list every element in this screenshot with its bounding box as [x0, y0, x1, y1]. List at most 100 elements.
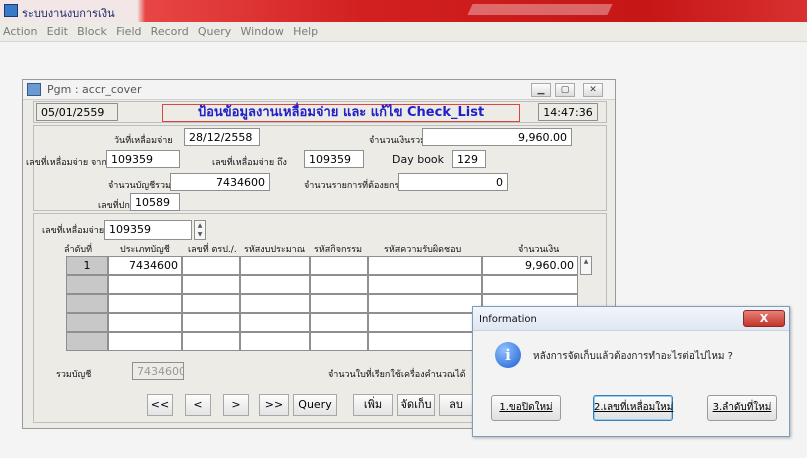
- row-amount[interactable]: [482, 275, 578, 294]
- row-responsibility-code[interactable]: [368, 275, 482, 294]
- detail-pay-no-label: เลขที่เหลื่อมจ่าย: [42, 226, 105, 236]
- header-time: 14:47:36: [538, 103, 598, 121]
- maximize-button[interactable]: ▢: [555, 83, 575, 97]
- total-account-field: 7434600: [132, 362, 184, 380]
- header-date: 05/01/2559: [36, 103, 118, 121]
- row-seq: 1: [66, 256, 108, 275]
- row-seq: [66, 275, 108, 294]
- close-button[interactable]: ✕: [583, 83, 603, 97]
- row-budget-code[interactable]: [240, 294, 310, 313]
- row-seq: [66, 313, 108, 332]
- total-amount-label: จำนวนเงินรวม: [369, 136, 427, 146]
- detail-pay-no-field[interactable]: 109359: [104, 220, 192, 240]
- save-button[interactable]: จัดเก็บ: [397, 394, 435, 416]
- menu-block[interactable]: Block: [77, 22, 107, 38]
- row-budget-code[interactable]: [240, 313, 310, 332]
- next-record-button[interactable]: >: [223, 394, 249, 416]
- add-button[interactable]: เพิ่ม: [353, 394, 393, 416]
- row-responsibility-code[interactable]: [368, 332, 482, 351]
- last-record-button[interactable]: >>: [259, 394, 289, 416]
- menu-field[interactable]: Field: [116, 22, 141, 38]
- row-activity-code[interactable]: [310, 332, 368, 351]
- row-ref-no[interactable]: [182, 256, 240, 275]
- total-items-label: จำนวนรายการที่ต้องยกรวม: [304, 181, 411, 191]
- row-activity-code[interactable]: [310, 294, 368, 313]
- col-activity-code: รหัสกิจกรรม: [314, 245, 363, 255]
- col-budget-code: รหัสงบประมาณ: [244, 245, 306, 255]
- delete-button[interactable]: ลบ: [439, 394, 473, 416]
- account-total-field[interactable]: 7434600: [170, 173, 270, 191]
- row-budget-code[interactable]: [240, 275, 310, 294]
- previous-record-button[interactable]: <: [185, 394, 211, 416]
- header-bar: 05/01/2559 ป้อนข้อมูลงานเหลื่อมจ่าย และ …: [33, 101, 607, 123]
- menubar: Action Edit Block Field Record Query Win…: [0, 22, 807, 42]
- row-responsibility-code[interactable]: [368, 294, 482, 313]
- dialog-button-3[interactable]: 3.ลำดับที่ใหม่: [707, 395, 777, 421]
- account-total-label: จำนวนบัญชีรวม: [108, 181, 171, 191]
- from-no-field[interactable]: 109359: [106, 150, 180, 168]
- row-ref-no[interactable]: [182, 332, 240, 351]
- app-title: ระบบงานงบการเงิน: [22, 7, 115, 20]
- menu-action[interactable]: Action: [3, 22, 37, 38]
- row-ref-no[interactable]: [182, 313, 240, 332]
- row-budget-code[interactable]: [240, 256, 310, 275]
- col-account: ประเภทบัญชี: [120, 245, 170, 255]
- row-ref-no[interactable]: [182, 275, 240, 294]
- menu-window[interactable]: Window: [241, 22, 284, 38]
- dialog-button-2[interactable]: 2.เลขที่เหลื่อมใหม่: [593, 395, 673, 421]
- pay-date-label: วันที่เหลื่อมจ่าย: [114, 136, 173, 146]
- app-titlebar: ระบบงานงบการเงิน: [0, 0, 807, 22]
- pay-no-spinner[interactable]: ▲ ▼: [194, 220, 206, 240]
- menu-edit[interactable]: Edit: [47, 22, 68, 38]
- dialog-title: Information: [479, 314, 537, 325]
- dialog-close-button[interactable]: X: [743, 310, 785, 327]
- total-amount-field[interactable]: 9,960.00: [422, 128, 572, 146]
- total-account-label: รวมบัญชี: [56, 370, 92, 380]
- menu-help[interactable]: Help: [293, 22, 318, 38]
- row-account[interactable]: 7434600: [108, 256, 182, 275]
- app-icon: [4, 4, 18, 17]
- reference-label: จำนวนใบที่เรียกใช้เครื่องคำนวณได้: [328, 370, 466, 380]
- dialog-titlebar: Information X: [473, 307, 789, 331]
- total-items-field[interactable]: 0: [398, 173, 508, 191]
- row-ref-no[interactable]: [182, 294, 240, 313]
- dialog-button-1[interactable]: 1.ขอปิดใหม่: [491, 395, 561, 421]
- row-responsibility-code[interactable]: [368, 256, 482, 275]
- minimize-button[interactable]: ▁: [531, 83, 551, 97]
- program-icon: [27, 83, 41, 96]
- row-amount[interactable]: 9,960.00: [482, 256, 578, 275]
- form-titlebar: Pgm : accr_cover ▁ ▢ ✕: [23, 80, 615, 100]
- row-account[interactable]: [108, 275, 182, 294]
- col-ref-no: เลขที่ ตรป./.: [188, 245, 237, 255]
- row-activity-code[interactable]: [310, 256, 368, 275]
- row-activity-code[interactable]: [310, 313, 368, 332]
- row-budget-code[interactable]: [240, 332, 310, 351]
- row-activity-code[interactable]: [310, 275, 368, 294]
- row-account[interactable]: [108, 294, 182, 313]
- menu-query[interactable]: Query: [198, 22, 231, 38]
- query-button[interactable]: Query: [293, 394, 337, 416]
- to-no-field[interactable]: 109359: [304, 150, 364, 168]
- col-amount: จำนวนเงิน: [518, 245, 560, 255]
- pay-date-field[interactable]: 28/12/2558: [184, 128, 260, 146]
- watermark: [467, 4, 613, 15]
- menu-record[interactable]: Record: [151, 22, 189, 38]
- row-account[interactable]: [108, 313, 182, 332]
- daybook-label: Day book: [392, 153, 445, 166]
- information-icon: i: [495, 342, 521, 368]
- cover-no-label: เลขที่ปก: [98, 201, 130, 211]
- row-seq: [66, 332, 108, 351]
- form-title: Pgm : accr_cover: [47, 83, 142, 96]
- cover-no-field[interactable]: 10589: [130, 193, 180, 211]
- row-account[interactable]: [108, 332, 182, 351]
- page-title: ป้อนข้อมูลงานเหลื่อมจ่าย และ แก้ไข Check…: [162, 104, 520, 122]
- from-no-label: เลขที่เหลื่อมจ่าย จาก: [26, 158, 107, 168]
- daybook-field[interactable]: 129: [452, 150, 486, 168]
- first-record-button[interactable]: <<: [147, 394, 173, 416]
- dialog-message: หลังการจัดเก็บแล้วต้องการทำอะไรต่อไปไหม …: [533, 351, 733, 362]
- col-seq: ลำดับที่: [64, 245, 93, 255]
- grid-scroll-up[interactable]: ▲: [580, 256, 592, 275]
- col-responsibility-code: รหัสความรับผิดชอบ: [384, 245, 462, 255]
- row-responsibility-code[interactable]: [368, 313, 482, 332]
- to-no-label: เลขที่เหลื่อมจ่าย ถึง: [212, 158, 287, 168]
